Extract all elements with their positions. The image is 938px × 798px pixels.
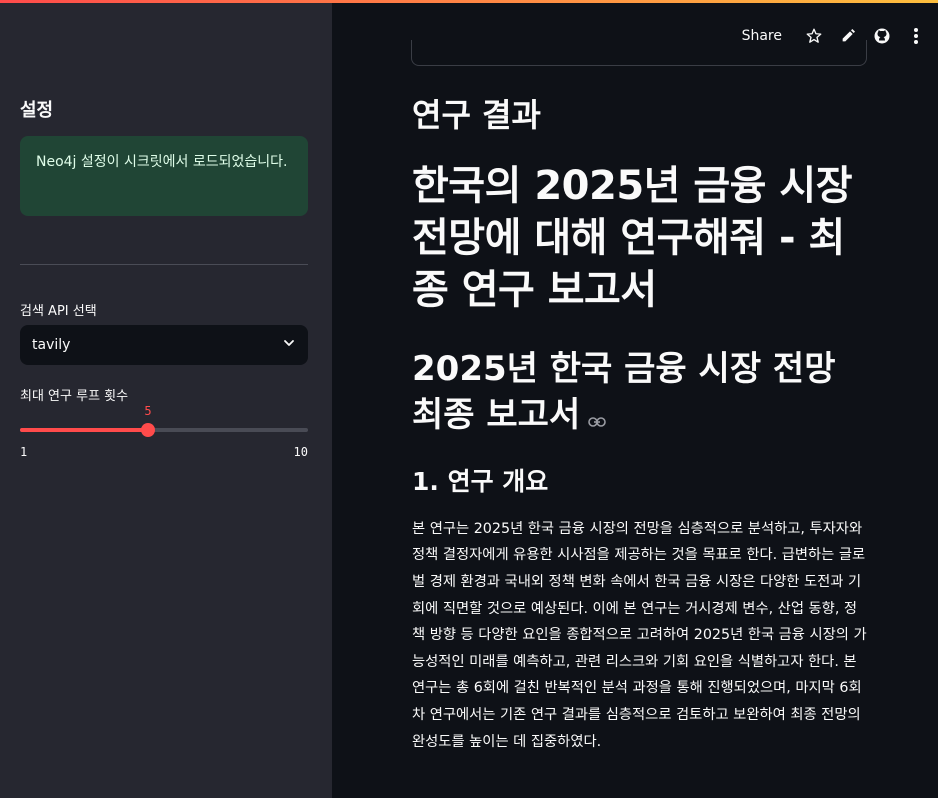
loop-slider-max: 10	[293, 445, 308, 459]
overview-paragraph: 본 연구는 2025년 한국 금융 시장의 전망을 심층적으로 분석하고, 투자…	[412, 520, 867, 750]
loop-slider[interactable]	[20, 423, 308, 437]
loop-slider-label: 최대 연구 루프 횟수	[20, 389, 129, 404]
loop-slider-thumb[interactable]	[140, 423, 155, 437]
section-title: 연구 결과	[412, 96, 541, 134]
top-decoration-bar	[0, 0, 938, 3]
chevron-down-icon	[282, 336, 296, 354]
report-subtitle-text: 2025년 한국 금융 시장 전망 최종 보고서	[412, 349, 836, 436]
success-alert: Neo4j 설정이 시크릿에서 로드되었습니다.	[20, 136, 308, 216]
github-icon[interactable]	[872, 26, 892, 46]
sidebar-title: 설정	[20, 100, 54, 121]
sidebar: 설정 Neo4j 설정이 시크릿에서 로드되었습니다. 검색 API 선택 ta…	[0, 0, 332, 798]
previous-container-edge	[411, 40, 867, 66]
main-content: 연구 결과 한국의 2025년 금융 시장 전망에 대해 연구해줘 - 최종 연…	[412, 96, 868, 755]
link-icon[interactable]	[588, 394, 607, 440]
loop-slider-value: 5	[144, 404, 152, 418]
section-heading-overview: 1. 연구 개요	[412, 466, 549, 496]
report-title: 한국의 2025년 금융 시장 전망에 대해 연구해줘 - 최종 연구 보고서	[412, 163, 853, 314]
more-vertical-icon[interactable]	[906, 26, 926, 46]
report-subtitle: 2025년 한국 금융 시장 전망 최종 보고서	[412, 346, 868, 440]
sidebar-divider	[20, 264, 308, 265]
loop-slider-min: 1	[20, 445, 28, 459]
search-api-label: 검색 API 선택	[20, 304, 97, 319]
search-api-selected-value: tavily	[32, 337, 71, 353]
search-api-select[interactable]: tavily	[20, 325, 308, 365]
loop-slider-fill	[20, 428, 148, 432]
